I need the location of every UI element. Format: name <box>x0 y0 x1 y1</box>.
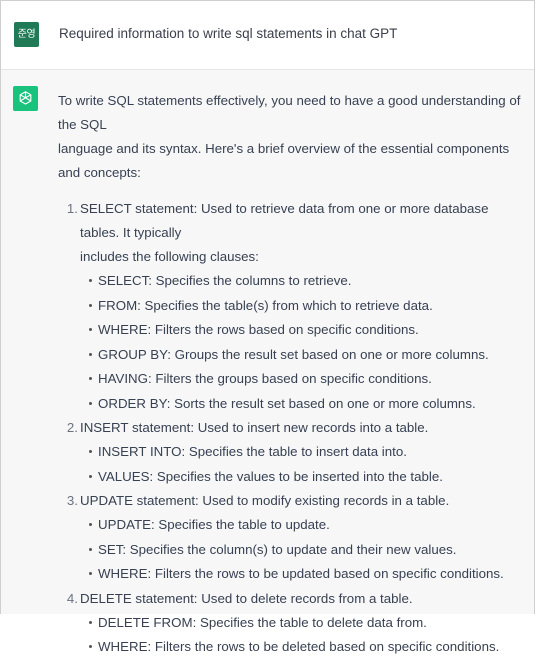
bullet-list: UPDATE: Specifies the table to update. S… <box>80 513 528 587</box>
user-message: 준영 Required information to write sql sta… <box>1 1 534 70</box>
assistant-message: To write SQL statements effectively, you… <box>1 70 534 654</box>
bullet-item: ORDER BY: Sorts the result set based on … <box>80 392 528 417</box>
list-item-select: 1. SELECT statement: Used to retrieve dat… <box>67 197 528 416</box>
bullet-list: SELECT: Specifies the columns to retriev… <box>80 269 528 416</box>
list-item-insert: 2. INSERT statement: Used to insert new r… <box>67 416 528 489</box>
item-number: 2. <box>66 420 78 435</box>
item-number: 1. <box>66 201 78 216</box>
openai-logo-icon <box>13 86 38 111</box>
item-text: SELECT statement: Used to retrieve data … <box>80 201 489 240</box>
bullet-item: SET: Specifies the column(s) to update a… <box>80 538 528 563</box>
bullet-item: GROUP BY: Groups the result set based on… <box>80 343 528 368</box>
bullet-list: INSERT INTO: Specifies the table to inse… <box>80 440 528 489</box>
bullet-item: WHERE: Filters the rows to be updated ba… <box>80 562 528 587</box>
user-message-text: Required information to write sql statem… <box>59 26 398 41</box>
intro-line: language and its syntax. Here's a brief … <box>58 141 510 180</box>
bullet-item: WHERE: Filters the rows based on specifi… <box>80 318 528 343</box>
item-text: includes the following clauses: <box>80 249 259 264</box>
list-item-delete: 4. DELETE statement: Used to delete recor… <box>67 587 528 660</box>
bullet-list: DELETE FROM: Specifies the table to dele… <box>80 611 528 660</box>
bullet-item: DELETE FROM: Specifies the table to dele… <box>80 611 528 636</box>
bullet-item: HAVING: Filters the groups based on spec… <box>80 367 528 392</box>
item-text: INSERT statement: Used to insert new rec… <box>80 420 429 435</box>
bullet-item: UPDATE: Specifies the table to update. <box>80 513 528 538</box>
bullet-item: INSERT INTO: Specifies the table to inse… <box>80 440 528 465</box>
bullet-item: VALUES: Specifies the values to be inser… <box>80 465 528 490</box>
intro-line: To write SQL statements effectively, you… <box>58 93 521 132</box>
bullet-item: WHERE: Filters the rows to be deleted ba… <box>80 635 528 660</box>
item-number: 3. <box>66 493 78 508</box>
user-avatar: 준영 <box>14 22 39 47</box>
item-number: 4. <box>66 590 78 606</box>
item-text: DELETE statement: Used to delete records… <box>80 590 413 606</box>
assistant-content: To write SQL statements effectively, you… <box>58 89 528 660</box>
item-text: UPDATE statement: Used to modify existin… <box>80 493 450 508</box>
bullet-item: FROM: Specifies the table(s) from which … <box>80 294 528 319</box>
bullet-item: SELECT: Specifies the columns to retriev… <box>80 269 528 294</box>
list-item-update: 3. UPDATE statement: Used to modify exist… <box>67 489 528 587</box>
